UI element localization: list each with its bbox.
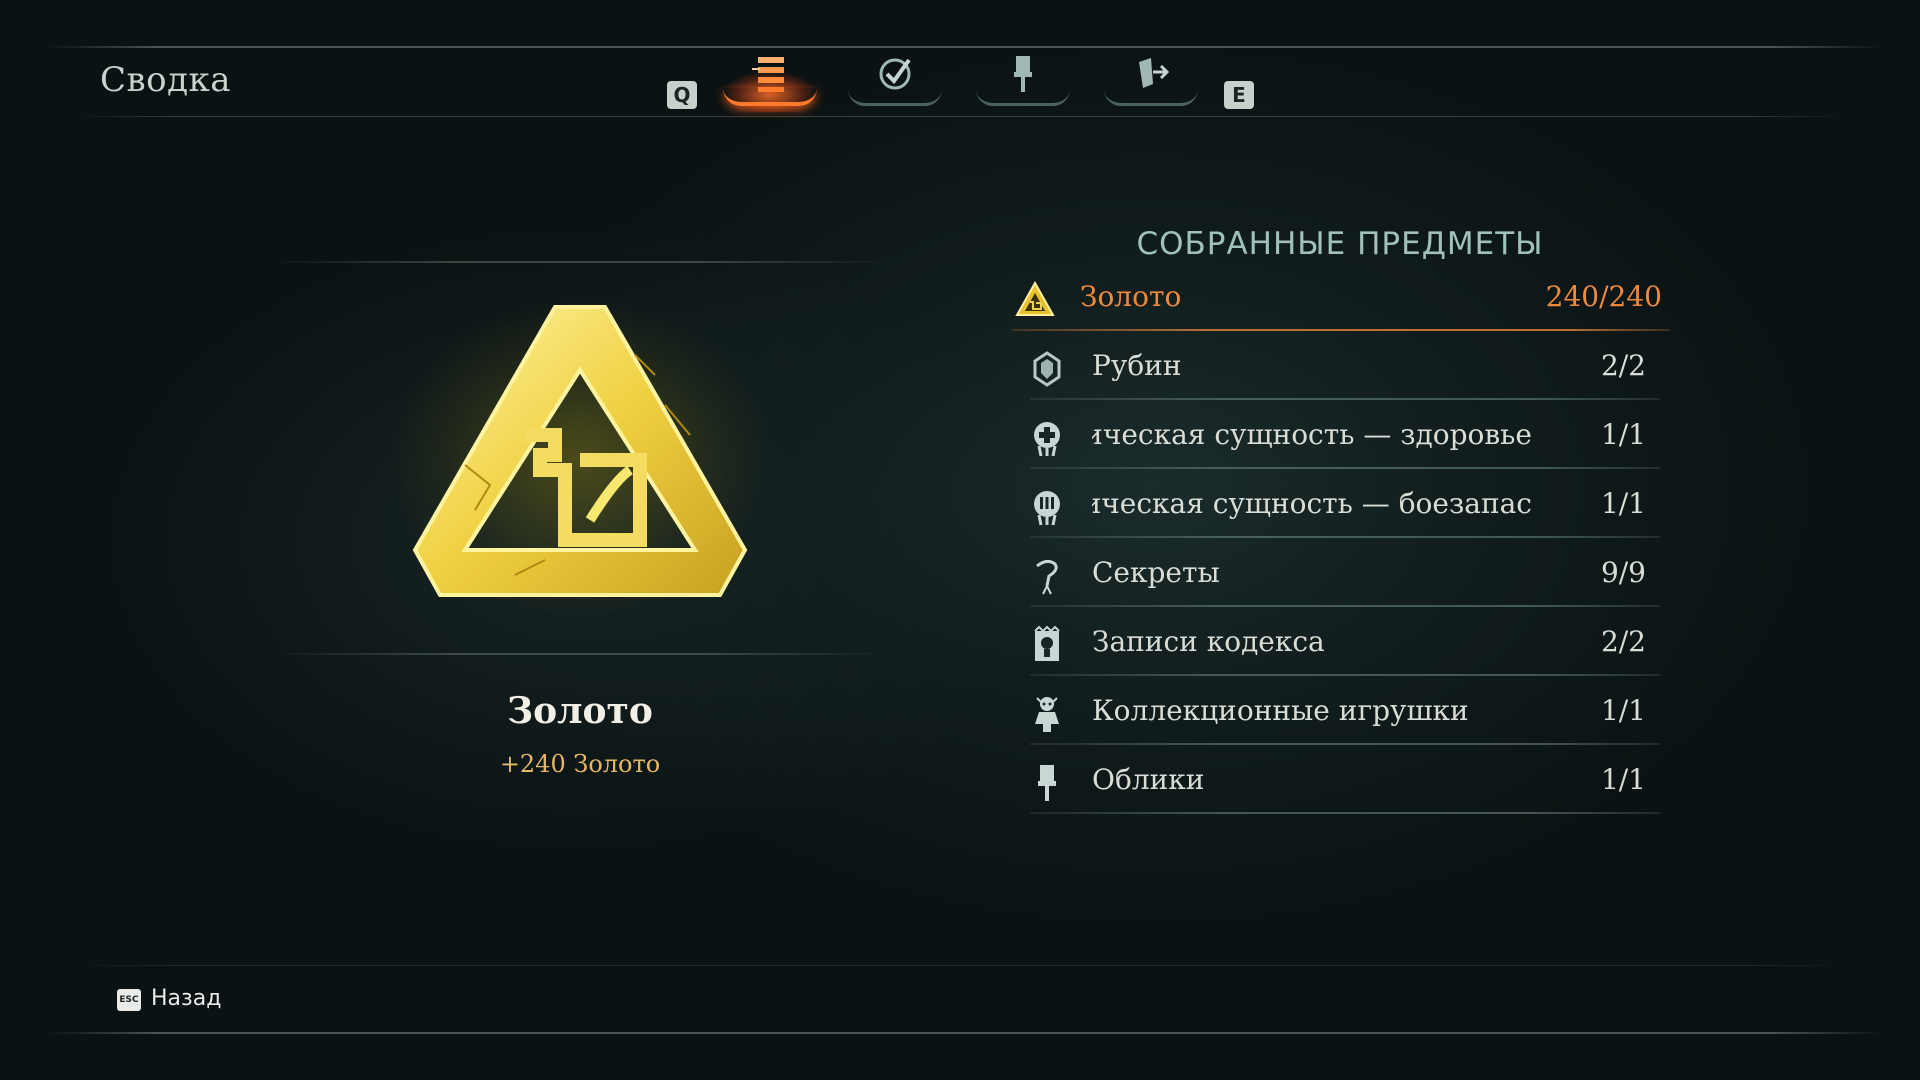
collected-items-list: Золото 240/240 Рубин 2/2 ическая сущност…: [1010, 270, 1670, 822]
collected-items-title: СОБРАННЫЕ ПРЕДМЕТЫ: [1136, 226, 1544, 262]
next-tab-key-badge[interactable]: E: [1224, 81, 1254, 109]
list-item-codex[interactable]: Записи кодекса 2/2: [1010, 615, 1670, 684]
back-label: Назад: [151, 986, 222, 1011]
ruby-icon: [1033, 351, 1061, 387]
list-item-gold[interactable]: Золото 240/240: [1010, 270, 1670, 339]
selected-item-name: Золото: [507, 690, 653, 732]
tab-skins[interactable]: [968, 48, 1078, 110]
esc-key-badge: ESC: [117, 989, 141, 1011]
health-essence-icon: [1034, 422, 1060, 457]
tab-exit[interactable]: [1096, 48, 1206, 110]
brush-icon: [1014, 56, 1032, 92]
list-item-label: Золото: [1080, 280, 1182, 313]
top-frame-line: [48, 46, 1882, 48]
list-item-skins[interactable]: Облики 1/1: [1010, 753, 1670, 822]
list-item-ruby[interactable]: Рубин 2/2: [1010, 339, 1670, 408]
list-item-health-essence[interactable]: ическая сущность — здоровье 1/1: [1010, 408, 1670, 477]
prev-tab-key-badge[interactable]: Q: [667, 81, 697, 109]
panel-top-line: [270, 261, 890, 263]
tab-summary[interactable]: [709, 48, 831, 112]
checkmark-icon: [879, 58, 911, 90]
list-item-label: Облики: [1092, 763, 1205, 796]
list-item-count: 2/2: [1600, 349, 1646, 382]
footer-divider: [70, 965, 1850, 966]
header-divider: [72, 116, 1846, 117]
codex-icon: [1034, 625, 1060, 661]
stacked-bars-icon: [752, 57, 784, 92]
ammo-essence-icon: [1034, 491, 1060, 526]
list-item-secrets[interactable]: Секреты 9/9: [1010, 546, 1670, 615]
list-item-count: 240/240: [1545, 280, 1662, 313]
list-item-label: ическая сущность — здоровье: [1092, 418, 1532, 451]
list-item-label: Записи кодекса: [1092, 625, 1325, 658]
selected-item-description: +240 Золото: [499, 750, 661, 778]
skin-brush-icon: [1038, 765, 1056, 801]
list-item-count: 1/1: [1600, 487, 1646, 520]
toy-icon: [1035, 697, 1059, 732]
list-item-count: 9/9: [1600, 556, 1646, 589]
list-item-label: ическая сущность — боезапас: [1092, 487, 1532, 520]
bottom-frame-line: [48, 1032, 1882, 1034]
list-item-count: 1/1: [1600, 763, 1646, 796]
hand-arrow-icon: [1139, 58, 1170, 88]
list-item-ammo-essence[interactable]: ическая сущность — боезапас 1/1: [1010, 477, 1670, 546]
tab-challenges[interactable]: [840, 48, 950, 110]
gold-triangle-emblem-icon: [412, 305, 748, 597]
list-item-label: Рубин: [1092, 349, 1182, 382]
secret-icon: [1036, 559, 1058, 595]
list-item-count: 1/1: [1600, 418, 1646, 451]
list-item-count: 1/1: [1600, 694, 1646, 727]
item-detail-panel: [270, 255, 890, 655]
gold-triangle-icon: [1015, 280, 1055, 316]
list-item-count: 2/2: [1600, 625, 1646, 658]
list-item-label: Коллекционные игрушки: [1092, 694, 1469, 727]
panel-bottom-line: [270, 653, 890, 655]
page-title: Сводка: [100, 60, 232, 100]
list-item-label: Секреты: [1092, 556, 1220, 589]
list-item-toys[interactable]: Коллекционные игрушки 1/1: [1010, 684, 1670, 753]
